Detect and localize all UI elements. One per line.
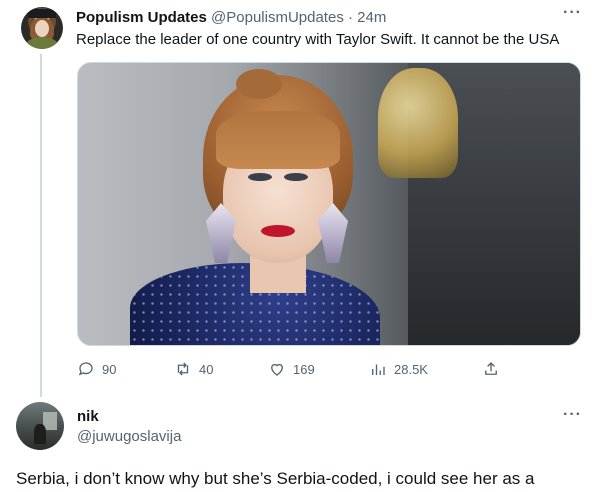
tweet-header: Populism Updates @PopulismUpdates · 24m [76,9,386,27]
media-bangs [216,111,340,169]
share-button[interactable] [482,358,507,380]
media-eye-right [284,173,308,181]
reply-author-handle[interactable]: @juwugoslavija [77,428,181,445]
like-count: 169 [293,361,315,377]
tweet-text: Replace the leader of one country with T… [76,31,560,48]
media-trophy-blur [378,68,458,178]
reply-count: 90 [102,361,117,377]
avatar-face [35,20,49,37]
repost-count: 40 [199,361,214,377]
like-button[interactable]: 169 [268,358,315,380]
repost-icon [177,362,189,376]
avatar-figure [34,424,46,444]
author-name[interactable]: Populism Updates [76,9,207,26]
share-icon [485,362,497,375]
more-icon[interactable]: ··· [563,4,582,22]
tweet-time[interactable]: 24m [357,9,386,26]
tweet-media-image[interactable] [77,62,581,346]
separator: · [348,9,353,26]
thread-line [40,54,42,397]
author-avatar[interactable] [21,7,63,49]
views-icon [372,364,385,375]
media-eye-left [248,173,272,181]
tweet-actions: 90 40 169 28.5K [77,358,507,380]
media-hair-bun [236,69,282,99]
like-icon [271,363,283,376]
repost-button[interactable]: 40 [174,358,213,380]
avatar-body [26,37,58,49]
reply-more-icon[interactable]: ··· [563,406,582,424]
reply-text: Serbia, i don’t know why but she’s Serbi… [16,469,535,488]
reply-button[interactable]: 90 [77,358,116,380]
reply-icon [78,362,93,376]
reply-author-avatar[interactable] [16,402,64,450]
media-lips [261,225,295,237]
views-count: 28.5K [394,361,428,377]
reply-author-name[interactable]: nik [77,408,99,425]
views-button[interactable]: 28.5K [369,358,428,380]
avatar-cap [28,9,56,18]
author-handle[interactable]: @PopulismUpdates [211,9,344,26]
